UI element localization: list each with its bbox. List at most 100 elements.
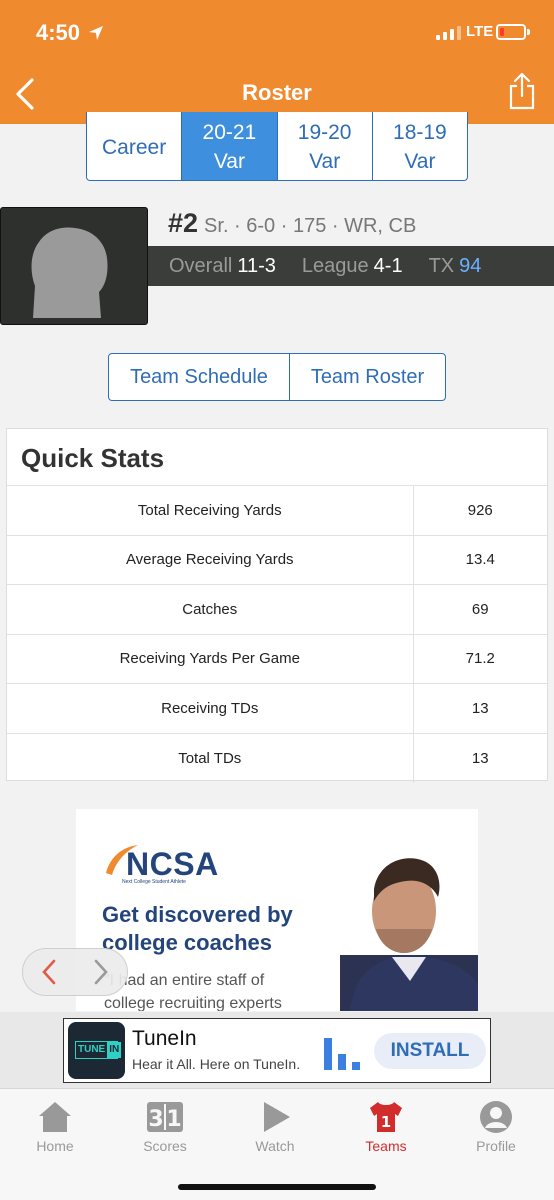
tab-watch[interactable]: Watch: [230, 1099, 320, 1154]
player-info: #2 Sr. · 6-0 · 175 · WR, CB: [168, 208, 416, 239]
app-header: 4:50 LTE Roster: [0, 0, 554, 124]
tunein-icon-text-1: TUNE: [78, 1044, 106, 1055]
tab-scores-label: Scores: [143, 1138, 187, 1154]
tab-profile[interactable]: Profile: [451, 1099, 541, 1154]
tab-teams-label: Teams: [365, 1138, 407, 1154]
tab-home[interactable]: Home: [10, 1099, 100, 1154]
page-title: Roster: [242, 80, 312, 105]
team-roster-button[interactable]: Team Roster: [290, 354, 445, 400]
banner-tagline: Hear it All. Here on TuneIn.: [132, 1056, 301, 1072]
ad-quote: "I had an entire staff of college recrui…: [104, 969, 282, 1011]
bottom-tab-bar: Home 31 Scores Watch 1 Teams Profile: [0, 1088, 554, 1200]
tab-18-19-level: Var: [404, 150, 436, 173]
home-icon: [39, 1102, 71, 1132]
tab-18-19-var[interactable]: 18-19 Var: [371, 112, 467, 180]
tab-19-20-level: Var: [309, 150, 341, 173]
tunein-app-icon: TUNE IN: [68, 1022, 125, 1079]
league-record: 4-1: [373, 254, 403, 277]
tab-teams[interactable]: 1 Teams: [341, 1099, 431, 1154]
avatar-placeholder-icon: [31, 227, 108, 318]
ad-quote-line2: college recruiting experts: [104, 995, 282, 1011]
tunein-icon-text-2: IN: [107, 1042, 122, 1058]
stat-label: Total TDs: [7, 732, 413, 783]
tab-career-label: Career: [102, 135, 167, 159]
ncsa-logo-text: NCSA: [126, 846, 219, 882]
tab-scores[interactable]: 31 Scores: [120, 1099, 210, 1154]
home-indicator: [178, 1184, 376, 1190]
ad-headline-line2: college coaches: [102, 930, 272, 955]
tab-19-20-var[interactable]: 19-20 Var: [276, 112, 372, 180]
ad-headline: Get discovered by college coaches: [102, 901, 293, 957]
state-label: TX: [428, 254, 455, 277]
tab-18-19-year: 18-19: [393, 121, 447, 144]
table-row: Average Receiving Yards 13.4: [7, 534, 547, 585]
tunein-banner-ad[interactable]: TUNE IN TuneIn Hear it All. Here on TuneI…: [63, 1018, 491, 1083]
chevron-left-icon: [42, 959, 56, 985]
league-label: League: [301, 254, 369, 277]
jersey-icon: 1: [370, 1102, 402, 1132]
chevron-right-icon: [94, 959, 108, 985]
tab-profile-label: Profile: [476, 1138, 516, 1154]
stat-label: Receiving Yards Per Game: [7, 633, 413, 684]
season-tabs: Career 20-21 Var 19-20 Var 18-19 Var: [86, 112, 468, 181]
ad-quote-line1: "I had an entire staff of: [104, 972, 265, 989]
stat-value: 13: [412, 683, 547, 733]
quick-stats-title: Quick Stats: [21, 443, 165, 473]
stat-value: 13.4: [412, 534, 547, 585]
play-icon: [264, 1102, 290, 1132]
signal-icon: [436, 26, 461, 40]
carousel-prev-button[interactable]: [23, 949, 75, 995]
overall-label: Overall: [169, 254, 233, 277]
quick-stats-table: Total Receiving Yards 926 Average Receivi…: [7, 485, 547, 783]
carousel-controls: [22, 948, 128, 996]
battery-cap: [527, 29, 530, 35]
table-row: Catches 69: [7, 584, 547, 634]
table-row: Receiving TDs 13: [7, 683, 547, 733]
overall-record: 11-3: [237, 254, 276, 277]
bar-graphic-icon: [324, 1038, 360, 1070]
location-arrow-icon: [89, 26, 103, 40]
coach-photo: [340, 858, 478, 1011]
team-links: Team Schedule Team Roster: [108, 353, 446, 401]
stat-label: Catches: [7, 584, 413, 634]
banner-app-name: TuneIn: [132, 1027, 197, 1050]
tab-career[interactable]: Career: [87, 112, 181, 180]
profile-icon: [480, 1101, 512, 1133]
table-row: Receiving Yards Per Game 71.2: [7, 633, 547, 684]
banner-ad-area: TUNE IN TuneIn Hear it All. Here on TuneI…: [0, 1012, 554, 1088]
table-row: Total Receiving Yards 926: [7, 485, 547, 535]
tab-20-21-year: 20-21: [202, 121, 257, 144]
player-details: Sr. · 6-0 · 175 · WR, CB: [204, 215, 417, 237]
stat-label: Receiving TDs: [7, 683, 413, 733]
ad-headline-line1: Get discovered by: [102, 902, 293, 927]
share-icon[interactable]: [506, 70, 538, 112]
tab-home-label: Home: [36, 1138, 74, 1154]
scores-icon: 31: [147, 1102, 183, 1132]
battery-icon: [496, 24, 526, 40]
stat-value: 71.2: [412, 633, 547, 684]
svg-text:3: 3: [148, 1107, 163, 1132]
stat-value: 13: [412, 732, 547, 783]
stat-label: Total Receiving Yards: [7, 485, 413, 535]
carousel-next-button[interactable]: [75, 949, 127, 995]
ncsa-logo-subtitle: Next College Student Athlete: [122, 879, 186, 885]
status-time: 4:50: [36, 20, 81, 45]
stat-value: 926: [412, 485, 547, 535]
network-label: LTE: [466, 23, 494, 40]
tab-watch-label: Watch: [255, 1138, 295, 1154]
record-bar: Overall 11-3 League 4-1 TX 94: [148, 246, 554, 286]
stat-label: Average Receiving Yards: [7, 534, 413, 585]
teams-badge-number: 1: [381, 1113, 391, 1131]
ncsa-ad[interactable]: NCSA Next College Student Athlete Get di…: [76, 809, 478, 1011]
quick-stats-card: Quick Stats Total Receiving Yards 926 Ave…: [6, 428, 548, 783]
tab-19-20-year: 19-20: [297, 121, 352, 144]
stat-value: 69: [412, 584, 547, 634]
install-button[interactable]: INSTALL: [374, 1033, 486, 1069]
tab-20-21-var[interactable]: 20-21 Var: [181, 112, 277, 180]
tab-20-21-level: Var: [213, 150, 245, 173]
player-number: #2: [168, 208, 199, 238]
state-rank-link[interactable]: 94: [459, 255, 481, 278]
team-schedule-button[interactable]: Team Schedule: [109, 354, 290, 400]
svg-text:1: 1: [166, 1107, 181, 1132]
table-row: Total TDs 13: [7, 732, 547, 783]
